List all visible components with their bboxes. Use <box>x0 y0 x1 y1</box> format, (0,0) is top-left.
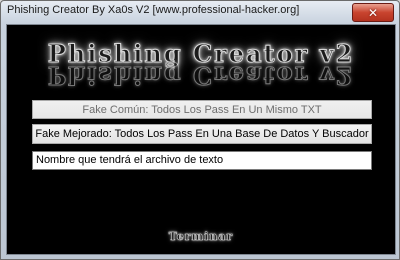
main-panel: Phishing Creator v2 Phishing Creator v2 … <box>6 24 396 255</box>
logo-banner: Phishing Creator v2 Phishing Creator v2 <box>7 39 395 93</box>
title-bar[interactable]: Phishing Creator By Xa0s V2 [www.profess… <box>1 1 399 23</box>
close-icon: ✕ <box>367 5 379 20</box>
fake-comun-button[interactable]: Fake Común: Todos Los Pass En Un Mismo T… <box>32 100 372 119</box>
window-title: Phishing Creator By Xa0s V2 [www.profess… <box>7 4 300 16</box>
close-button[interactable]: ✕ <box>352 3 394 22</box>
filename-input[interactable]: Nombre que tendrá el archivo de texto <box>32 151 372 170</box>
terminar-button[interactable]: Terminar <box>7 230 395 244</box>
fake-mejorado-button[interactable]: Fake Mejorado: Todos Los Pass En Una Bas… <box>32 124 372 144</box>
logo-reflection: Phishing Creator v2 <box>47 61 355 91</box>
app-window: Phishing Creator By Xa0s V2 [www.profess… <box>0 0 400 260</box>
